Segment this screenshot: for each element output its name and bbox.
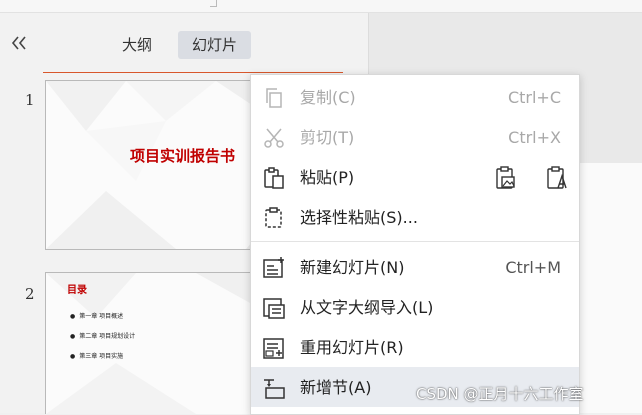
menu-separator bbox=[251, 241, 579, 242]
paste-icon bbox=[264, 167, 284, 189]
watermark-text: CSDN @正月十六工作室 bbox=[416, 385, 584, 403]
menu-item-new-slide[interactable]: 新建幻灯片(N) Ctrl+M bbox=[251, 247, 579, 287]
paste-special-icon bbox=[265, 207, 282, 228]
menu-item-reuse-slide[interactable]: 重用幻灯片(R) bbox=[251, 327, 579, 367]
tab-slides[interactable]: 幻灯片 bbox=[178, 31, 252, 59]
add-section-icon bbox=[264, 379, 285, 399]
reuse-slide-icon bbox=[263, 338, 284, 359]
menu-item-label: 粘贴(P) bbox=[300, 168, 355, 187]
slide-bullet-list: 第一章 项目概述 第二章 项目规划设计 第三章 项目实施 bbox=[70, 313, 135, 373]
import-outline-icon bbox=[263, 298, 285, 319]
menu-item-label: 从文字大纲导入(L) bbox=[300, 298, 434, 317]
copy-icon bbox=[266, 88, 282, 108]
top-toolbar-edge bbox=[0, 0, 642, 13]
menu-item-import-outline[interactable]: 从文字大纲导入(L) bbox=[251, 287, 579, 327]
paste-as-picture-icon[interactable] bbox=[492, 165, 518, 191]
menu-item-label: 选择性粘贴(S)... bbox=[300, 208, 418, 227]
menu-item-label: 新增节(A) bbox=[300, 378, 372, 397]
new-slide-icon bbox=[263, 257, 284, 278]
menu-item-label: 新建幻灯片(N) bbox=[300, 258, 405, 277]
toolbar-corner-mark bbox=[210, 0, 217, 7]
context-menu: 复制(C) Ctrl+C 剪切(T) Ctrl+X 粘贴(P) 选择性粘贴(S)… bbox=[250, 74, 580, 415]
menu-item-shortcut: Ctrl+M bbox=[505, 258, 561, 277]
slide-number: 1 bbox=[25, 91, 35, 109]
menu-item-shortcut: Ctrl+X bbox=[508, 128, 561, 147]
menu-item-label: 剪切(T) bbox=[300, 128, 355, 147]
current-slide-edge bbox=[576, 163, 642, 413]
cut-icon bbox=[264, 128, 284, 148]
list-item: 第三章 项目实施 bbox=[70, 353, 135, 373]
list-item: 第二章 项目规划设计 bbox=[70, 333, 135, 353]
menu-item-label: 重用幻灯片(R) bbox=[300, 338, 404, 357]
slide-title: 目录 bbox=[67, 285, 87, 296]
double-chevron-left-icon[interactable] bbox=[9, 33, 29, 56]
slide-title: 项目实训报告书 bbox=[130, 147, 236, 165]
menu-item-paste-special[interactable]: 选择性粘贴(S)... bbox=[251, 197, 579, 237]
menu-item-label: 复制(C) bbox=[300, 88, 356, 107]
insertion-marker bbox=[43, 72, 343, 73]
tab-outline[interactable]: 大纲 bbox=[108, 31, 166, 59]
slide-number: 2 bbox=[25, 285, 35, 303]
menu-item-copy[interactable]: 复制(C) Ctrl+C bbox=[251, 77, 579, 117]
list-item: 第一章 项目概述 bbox=[70, 313, 135, 333]
menu-item-shortcut: Ctrl+C bbox=[507, 88, 561, 107]
paste-text-only-icon[interactable] bbox=[544, 165, 570, 191]
menu-item-paste[interactable]: 粘贴(P) bbox=[251, 157, 579, 197]
menu-item-cut[interactable]: 剪切(T) Ctrl+X bbox=[251, 117, 579, 157]
